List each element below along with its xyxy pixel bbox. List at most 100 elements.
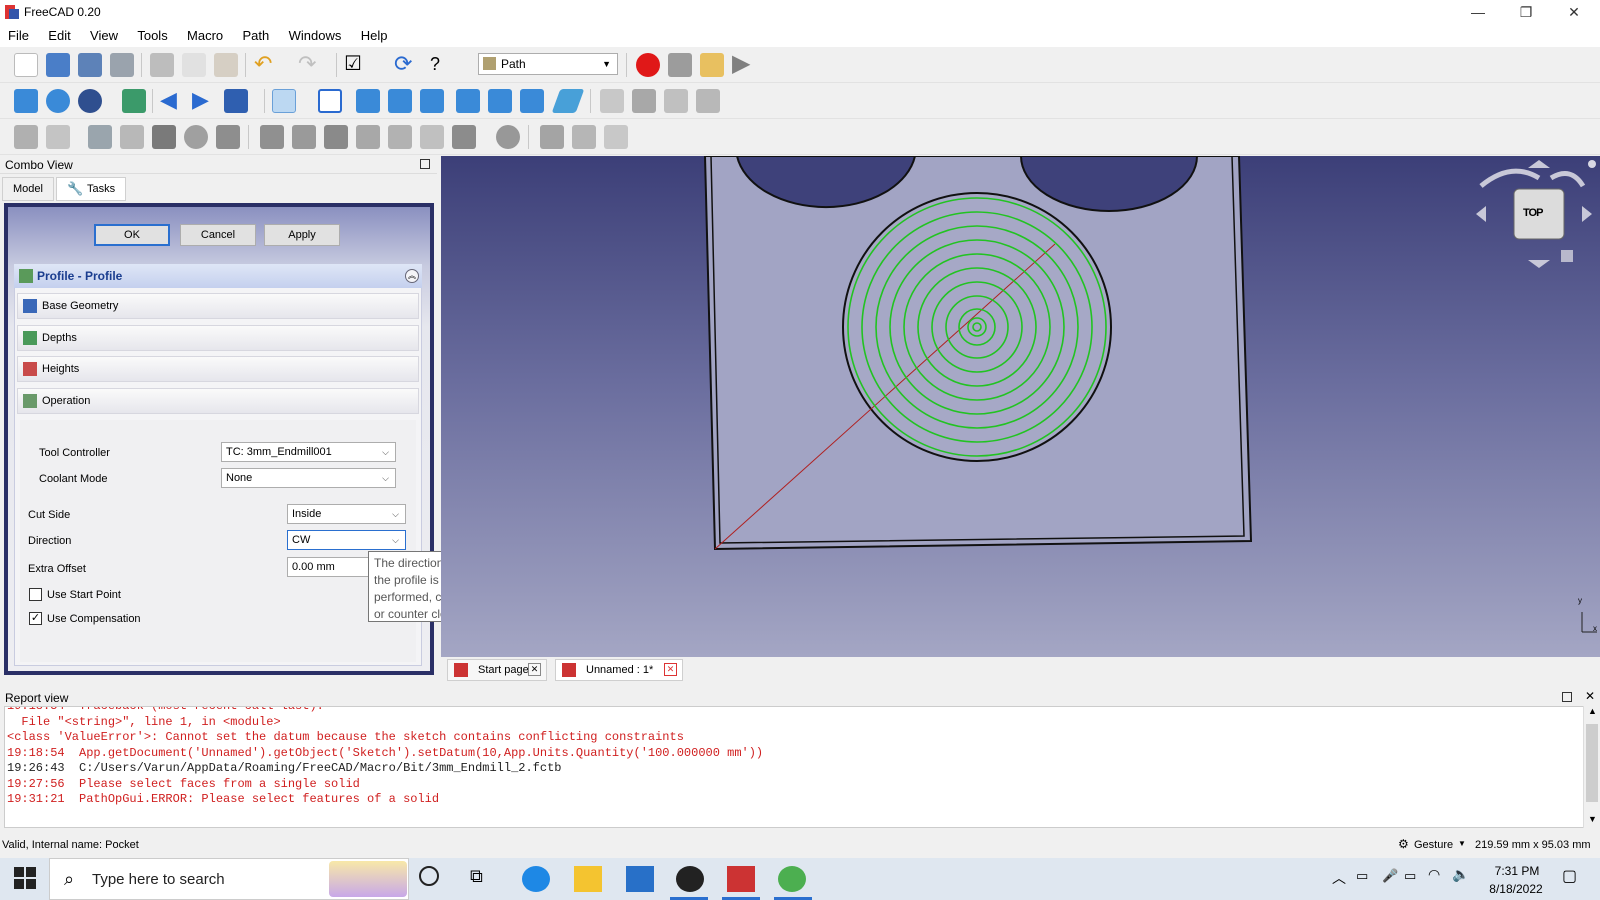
section-depths[interactable]: Depths <box>17 325 419 351</box>
volume-icon[interactable]: 🔈 <box>1452 866 1469 883</box>
file-explorer-icon[interactable] <box>574 866 602 892</box>
menu-file[interactable]: File <box>0 25 37 47</box>
chrome-icon[interactable] <box>778 866 806 892</box>
menu-macro[interactable]: Macro <box>179 25 231 47</box>
group-icon[interactable] <box>632 89 656 113</box>
section-base-geometry[interactable]: Base Geometry <box>17 293 419 319</box>
helix-op-icon[interactable] <box>184 125 208 149</box>
part-icon[interactable] <box>600 89 624 113</box>
workbench-selector[interactable]: Path ▼ <box>478 53 618 75</box>
draw-style-icon[interactable] <box>78 89 102 113</box>
close-button[interactable]: ✕ <box>1551 0 1597 25</box>
simulator-icon[interactable] <box>540 125 564 149</box>
tab-model[interactable]: Model <box>2 177 54 201</box>
record-macro-icon[interactable] <box>636 53 660 77</box>
tab-unnamed[interactable]: Unnamed : 1* ✕ <box>555 659 683 681</box>
use-compensation-checkbox[interactable]: ✓ <box>29 612 42 625</box>
edge-icon[interactable] <box>522 866 550 892</box>
waterline-op-icon[interactable] <box>388 125 412 149</box>
section-operation[interactable]: Operation <box>17 388 419 414</box>
front-view-icon[interactable] <box>356 89 380 113</box>
tab-tasks[interactable]: 🔧 Tasks <box>56 177 127 201</box>
job-icon[interactable] <box>14 125 38 149</box>
bounding-box-icon[interactable] <box>122 89 146 113</box>
battery-icon[interactable]: ▭ <box>1404 868 1416 884</box>
scroll-thumb[interactable] <box>1586 724 1598 802</box>
use-start-point-checkbox[interactable] <box>29 588 42 601</box>
navigation-style-button[interactable]: ⚙ Gesture ▼ <box>1390 835 1470 855</box>
menu-edit[interactable]: Edit <box>40 25 78 47</box>
clock-time[interactable]: 7:31 PM <box>1489 864 1545 878</box>
link-icon[interactable] <box>664 89 688 113</box>
collapse-icon[interactable]: ︽ <box>405 269 419 283</box>
cut-icon[interactable] <box>150 53 174 77</box>
taskbar-search[interactable]: ⌕ Type here to search <box>49 858 409 900</box>
inspect-gcode-icon[interactable] <box>572 125 596 149</box>
probe-icon[interactable] <box>496 125 520 149</box>
measure-icon[interactable] <box>551 89 585 113</box>
open-document-icon[interactable] <box>46 53 70 77</box>
edit-macro-icon[interactable] <box>700 53 724 77</box>
link-actions-icon[interactable] <box>696 89 720 113</box>
close-icon[interactable]: ✕ <box>1585 689 1595 703</box>
deburr-op-icon[interactable] <box>324 125 348 149</box>
coolant-mode-select[interactable]: None ⌵ <box>221 468 396 488</box>
forward-arrow-icon[interactable]: ▶ <box>192 89 216 113</box>
save-icon[interactable] <box>78 53 102 77</box>
3d-viewport[interactable]: TOP y x <box>441 156 1600 657</box>
windows-start-icon[interactable] <box>14 867 36 889</box>
redo-icon[interactable]: ↷ <box>298 53 322 77</box>
back-arrow-icon[interactable]: ◀ <box>160 89 184 113</box>
obs-icon[interactable] <box>676 866 704 892</box>
wifi-icon[interactable]: ◠ <box>1428 866 1440 883</box>
sanity-check-icon[interactable] <box>604 125 628 149</box>
report-view[interactable]: 19:18:54 Traceback (most recent call las… <box>4 706 1584 828</box>
menu-help[interactable]: Help <box>353 25 396 47</box>
cut-side-select[interactable]: Inside ⌵ <box>287 504 406 524</box>
scroll-down-icon[interactable]: ▼ <box>1588 814 1597 824</box>
show-hidden-icons-icon[interactable]: ︿ <box>1332 868 1346 888</box>
recompute-icon[interactable]: ⟳ <box>394 53 418 77</box>
mail-icon[interactable] <box>626 866 654 892</box>
undock-icon[interactable] <box>420 159 430 169</box>
freecad-taskbar-icon[interactable] <box>727 866 755 892</box>
undock-icon[interactable] <box>1562 692 1572 702</box>
meet-now-icon[interactable]: ▭ <box>1356 868 1368 884</box>
right-view-icon[interactable] <box>420 89 444 113</box>
print-icon[interactable] <box>110 53 134 77</box>
direction-select[interactable]: CW ⌵ <box>287 530 406 550</box>
fit-all-icon[interactable] <box>14 89 38 113</box>
pocket-op-icon[interactable] <box>120 125 144 149</box>
cortana-icon[interactable] <box>419 866 439 886</box>
undo-icon[interactable]: ↶ <box>254 53 278 77</box>
bottom-view-icon[interactable] <box>488 89 512 113</box>
microphone-icon[interactable]: 🎤 <box>1382 868 1398 884</box>
rear-view-icon[interactable] <box>456 89 480 113</box>
stop-macro-icon[interactable] <box>668 53 692 77</box>
restore-button[interactable]: ❐ <box>1503 0 1549 25</box>
paste-icon[interactable] <box>214 53 238 77</box>
top-view-icon[interactable] <box>388 89 412 113</box>
new-document-icon[interactable] <box>14 53 38 77</box>
close-tab-icon[interactable]: ✕ <box>528 663 541 676</box>
report-scrollbar[interactable]: ▲ ▼ <box>1583 706 1600 828</box>
profile-op-icon[interactable] <box>88 125 112 149</box>
whats-this-icon[interactable]: ? <box>430 53 454 77</box>
dressup-icon[interactable] <box>452 125 476 149</box>
left-view-icon[interactable] <box>520 89 544 113</box>
minimize-button[interactable]: — <box>1455 0 1501 25</box>
menu-tools[interactable]: Tools <box>129 25 175 47</box>
fit-selection-icon[interactable] <box>46 89 70 113</box>
section-heights[interactable]: Heights <box>17 356 419 382</box>
engrave-op-icon[interactable] <box>260 125 284 149</box>
notifications-icon[interactable]: ▢ <box>1562 866 1577 886</box>
adaptive-op-icon[interactable] <box>216 125 240 149</box>
tool-controller-select[interactable]: TC: 3mm_Endmill001 ⌵ <box>221 442 396 462</box>
cancel-button[interactable]: Cancel <box>180 224 256 246</box>
menu-windows[interactable]: Windows <box>281 25 350 47</box>
menu-view[interactable]: View <box>82 25 126 47</box>
tab-start-page[interactable]: Start page ✕ <box>447 659 547 681</box>
vcarve-op-icon[interactable] <box>292 125 316 149</box>
zoom-box-icon[interactable] <box>272 89 296 113</box>
post-process-icon[interactable] <box>46 125 70 149</box>
